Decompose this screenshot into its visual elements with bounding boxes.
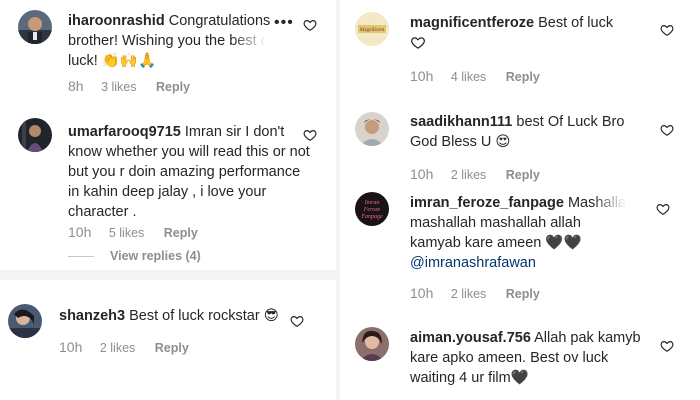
comment-text: aiman.yousaf.756 Allah pak kamyb kare ap…: [410, 328, 650, 388]
avatar[interactable]: [355, 327, 389, 361]
text-fade-overlay: [592, 193, 638, 213]
comment-meta: 10h 2 likes Reply: [59, 339, 189, 355]
heart-outline-icon[interactable]: [303, 128, 317, 142]
comment-meta: 8h 3 likes Reply: [68, 78, 190, 94]
avatar[interactable]: Magnificent: [355, 12, 389, 46]
comment-username[interactable]: iharoonrashid: [68, 13, 165, 29]
comment-item: iharoonrashid Congratulations brother! W…: [0, 0, 336, 110]
comment-meta: 10h 2 likes Reply: [410, 166, 540, 182]
left-comments-panel: iharoonrashid Congratulations brother! W…: [0, 0, 336, 400]
comment-meta: 10h 2 likes Reply: [410, 285, 540, 301]
mention-link[interactable]: @imranashrafawan: [410, 255, 536, 271]
reply-button[interactable]: Reply: [164, 226, 198, 240]
comment-likes[interactable]: 2 likes: [100, 341, 135, 355]
view-replies-label: View replies (4): [110, 249, 201, 263]
comment-time: 10h: [410, 68, 434, 84]
heart-outline-icon[interactable]: [290, 314, 304, 328]
panel-separator: [0, 270, 336, 280]
comment-username[interactable]: aiman.yousaf.756: [410, 330, 531, 346]
reply-button[interactable]: Reply: [155, 341, 189, 355]
comment-username[interactable]: shanzeh3: [59, 308, 125, 324]
comment-text: umarfarooq9715 Imran sir I don't know wh…: [68, 122, 313, 222]
comment-item: umarfarooq9715 Imran sir I don't know wh…: [0, 110, 336, 270]
comment-item: Imran Feroze Fanpage imran_feroze_fanpag…: [340, 188, 700, 313]
avatar[interactable]: [18, 118, 52, 152]
text-fade-overlay: [232, 31, 278, 51]
comment-username[interactable]: magnificentferoze: [410, 15, 534, 31]
comment-username[interactable]: imran_feroze_fanpage: [410, 195, 564, 211]
reply-button[interactable]: Reply: [506, 70, 540, 84]
comment-time: 10h: [410, 285, 434, 301]
comment-meta: 10h 4 likes Reply: [410, 68, 540, 84]
avatar-logo-text: Feroze: [363, 207, 381, 213]
comment-likes[interactable]: 2 likes: [451, 287, 486, 301]
comment-item: shanzeh3 Best of luck rockstar 😎 10h 2 l…: [0, 280, 336, 400]
comment-text: shanzeh3 Best of luck rockstar 😎: [59, 306, 289, 326]
comment-item: saadikhann111 best Of Luck Bro God Bless…: [340, 98, 700, 188]
avatar-logo-text: Imran: [364, 200, 380, 206]
heart-outline-icon[interactable]: [656, 202, 670, 216]
replies-divider-line: [68, 256, 94, 258]
avatar[interactable]: [355, 112, 389, 146]
comment-likes[interactable]: 5 likes: [109, 226, 144, 240]
comment-body: Best of luck rockstar 😎: [129, 308, 279, 324]
heart-emoji-icon: [410, 35, 426, 50]
comment-time: 10h: [68, 224, 92, 240]
comment-username[interactable]: saadikhann111: [410, 114, 512, 130]
comment-item: Magnificent magnificentferoze Best of lu…: [340, 0, 700, 98]
avatar[interactable]: [8, 304, 42, 338]
reply-button[interactable]: Reply: [156, 80, 190, 94]
avatar[interactable]: [18, 10, 52, 44]
view-replies-button[interactable]: View replies (4): [68, 249, 201, 263]
heart-outline-icon[interactable]: [660, 339, 674, 353]
comment-time: 8h: [68, 78, 84, 94]
comment-meta: 10h 5 likes Reply: [68, 224, 198, 240]
comment-username[interactable]: umarfarooq9715: [68, 124, 181, 140]
avatar-logo-text: Fanpage: [360, 214, 383, 220]
comment-likes[interactable]: 4 likes: [451, 70, 486, 84]
heart-outline-icon[interactable]: [660, 23, 674, 37]
comment-likes[interactable]: 3 likes: [101, 80, 136, 94]
comment-time: 10h: [59, 339, 83, 355]
avatar-logo-text: Magnificent: [360, 28, 385, 33]
avatar[interactable]: Imran Feroze Fanpage: [355, 192, 389, 226]
comment-time: 10h: [410, 166, 434, 182]
comment-likes[interactable]: 2 likes: [451, 168, 486, 182]
comment-body: Best of luck: [538, 15, 614, 31]
more-options-icon[interactable]: •••: [274, 15, 294, 31]
heart-outline-icon[interactable]: [303, 18, 317, 32]
heart-outline-icon[interactable]: [660, 123, 674, 137]
comment-text: magnificentferoze Best of luck: [410, 13, 640, 53]
reply-button[interactable]: Reply: [506, 287, 540, 301]
comment-text: saadikhann111 best Of Luck Bro God Bless…: [410, 112, 640, 152]
comment-item: aiman.yousaf.756 Allah pak kamyb kare ap…: [340, 313, 700, 400]
reply-button[interactable]: Reply: [506, 168, 540, 182]
right-comments-panel: Magnificent magnificentferoze Best of lu…: [340, 0, 700, 400]
